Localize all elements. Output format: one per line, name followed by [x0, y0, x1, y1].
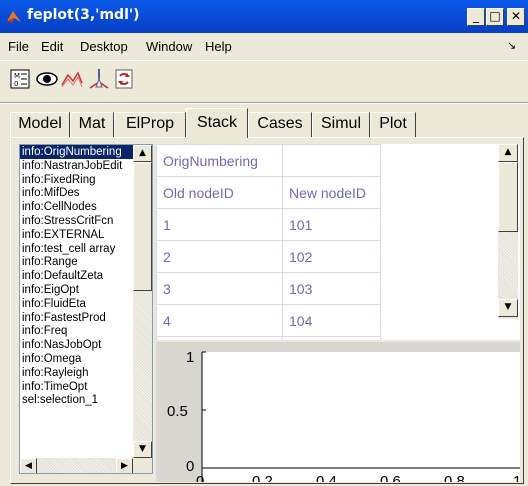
toolbar-separator	[0, 102, 528, 104]
scroll-down-arrow-icon[interactable]: ▼	[498, 299, 518, 317]
tab-mat[interactable]: Mat	[70, 112, 114, 138]
menu-help[interactable]: Help	[205, 39, 232, 54]
list-item[interactable]: info:Range	[20, 255, 133, 269]
scroll-up-arrow-icon[interactable]: ▲	[133, 145, 152, 162]
list-item[interactable]: info:CellNodes	[20, 200, 133, 214]
scroll-up-arrow-icon[interactable]: ▲	[498, 144, 518, 162]
menu-file[interactable]: File	[8, 39, 29, 54]
table-row: 5 105	[156, 336, 381, 340]
tab-model[interactable]: Model	[10, 112, 70, 138]
eye-icon[interactable]	[35, 67, 59, 91]
table-row: 2 102	[156, 240, 381, 273]
triax-icon[interactable]	[87, 67, 111, 91]
list-item[interactable]: info:test_cell array	[20, 242, 133, 256]
table-cell[interactable]: 104	[282, 304, 381, 337]
table-cell[interactable]	[282, 144, 381, 177]
table-vertical-scrollbar[interactable]: ▲ ▼	[498, 144, 518, 319]
table-row: 1 101	[156, 208, 381, 241]
plot-area: 1 0.5 0 0 0.2 0.4 0.6 0.8 1	[156, 342, 520, 482]
svg-text:0: 0	[14, 80, 18, 88]
list-scroll-thumb[interactable]	[133, 162, 152, 291]
list-vertical-scrollbar[interactable]: ▲ ▼	[133, 145, 152, 458]
x-tick-label: 1	[513, 473, 520, 482]
x-tick-label: 0.2	[252, 473, 273, 482]
list-item[interactable]: info:FastestProd	[20, 311, 133, 325]
sel-node-icon[interactable]: M 0	[8, 67, 32, 91]
list-item[interactable]: info:Freq	[20, 324, 133, 338]
list-item[interactable]: sel:selection_1	[20, 393, 133, 407]
x-tick-label: 0.8	[444, 473, 465, 482]
refresh-icon[interactable]	[112, 67, 136, 91]
table-cell[interactable]: 103	[282, 272, 381, 305]
orig-numbering-table: OrigNumbering Old nodeID New nodeID 1 10…	[156, 144, 520, 340]
list-horizontal-scrollbar[interactable]: ◀ ▶	[20, 458, 152, 473]
title-bar[interactable]: feplot(3,'mdl') _ □ ✕	[0, 0, 528, 33]
window-title: feplot(3,'mdl')	[27, 7, 140, 23]
y-tick-label: 0	[186, 458, 194, 475]
table-scroll-thumb[interactable]	[498, 162, 518, 232]
y-tick-label: 0.5	[167, 403, 188, 420]
header-old-nodeid[interactable]: Old nodeID	[156, 176, 283, 209]
list-item[interactable]: info:FixedRing	[20, 173, 133, 187]
table-header-row: Old nodeID New nodeID	[156, 176, 381, 209]
table-row: 4 104	[156, 304, 381, 337]
menu-window[interactable]: Window	[146, 39, 192, 54]
table-title-row: OrigNumbering	[156, 144, 381, 177]
list-item[interactable]: info:FluidEta	[20, 297, 133, 311]
tab-cases[interactable]: Cases	[248, 112, 312, 138]
svg-text:M: M	[14, 72, 20, 80]
list-item[interactable]: info:EXTERNAL	[20, 228, 133, 242]
maximize-button[interactable]: □	[486, 8, 504, 26]
scroll-right-arrow-icon[interactable]: ▶	[116, 458, 133, 473]
list-item[interactable]: info:Rayleigh	[20, 366, 133, 380]
close-button[interactable]: ✕	[507, 8, 525, 26]
toolbar: M 0	[0, 60, 528, 98]
stack-list: info:OrigNumbering info:NastranJobEdit inf…	[20, 145, 133, 407]
menu-desktop[interactable]: Desktop	[80, 39, 128, 54]
list-item[interactable]: info:Omega	[20, 352, 133, 366]
header-new-nodeid[interactable]: New nodeID	[282, 176, 381, 209]
x-tick-label: 0.4	[316, 473, 337, 482]
tab-stack[interactable]: Stack	[186, 108, 248, 138]
matlab-icon	[7, 11, 21, 23]
x-tick-label: 0.6	[380, 473, 401, 482]
axes-background	[202, 352, 520, 482]
table-title[interactable]: OrigNumbering	[156, 144, 283, 177]
dock-arrow-icon[interactable]: ↘	[507, 39, 516, 52]
table-cell[interactable]: 105	[282, 336, 381, 340]
list-item[interactable]: info:NasJobOpt	[20, 338, 133, 352]
list-item[interactable]: info:NastranJobEdit	[20, 159, 133, 173]
scroll-down-arrow-icon[interactable]: ▼	[133, 441, 152, 458]
table-cell[interactable]: 2	[156, 240, 283, 273]
tab-bar: Model Mat ElProp Stack Cases Simul Plot	[0, 108, 528, 138]
table-cell[interactable]: 3	[156, 272, 283, 305]
table-row: 3 103	[156, 272, 381, 305]
tab-elprop[interactable]: ElProp	[114, 112, 186, 138]
list-item[interactable]: info:EigOpt	[20, 283, 133, 297]
tab-simul[interactable]: Simul	[312, 112, 370, 138]
list-item[interactable]: info:TimeOpt	[20, 380, 133, 394]
table-cell[interactable]: 101	[282, 208, 381, 241]
table-cell[interactable]: 1	[156, 208, 283, 241]
axes[interactable]: 1 0.5 0 0 0.2 0.4 0.6 0.8 1	[156, 342, 520, 482]
mode-shape-icon[interactable]	[60, 67, 84, 91]
tab-plot[interactable]: Plot	[370, 112, 416, 138]
table-cell[interactable]: 102	[282, 240, 381, 273]
list-item[interactable]: info:DefaultZeta	[20, 269, 133, 283]
stack-listbox[interactable]: info:OrigNumbering info:NastranJobEdit inf…	[19, 144, 153, 474]
x-tick-label: 0	[196, 473, 204, 482]
minimize-button[interactable]: _	[467, 8, 485, 26]
table-cell[interactable]: 4	[156, 304, 283, 337]
list-item[interactable]: info:OrigNumbering	[20, 145, 133, 159]
table-cell[interactable]: 5	[156, 336, 283, 340]
data-grid: OrigNumbering Old nodeID New nodeID 1 10…	[156, 144, 381, 340]
scroll-left-arrow-icon[interactable]: ◀	[20, 458, 37, 473]
list-item[interactable]: info:StressCritFcn	[20, 214, 133, 228]
y-tick-label: 1	[186, 349, 194, 366]
feplot-window: feplot(3,'mdl') _ □ ✕ File Edit Desktop …	[0, 0, 528, 486]
menu-bar: File Edit Desktop Window Help ↘	[0, 33, 528, 59]
list-item[interactable]: info:MifDes	[20, 186, 133, 200]
menu-edit[interactable]: Edit	[41, 39, 63, 54]
